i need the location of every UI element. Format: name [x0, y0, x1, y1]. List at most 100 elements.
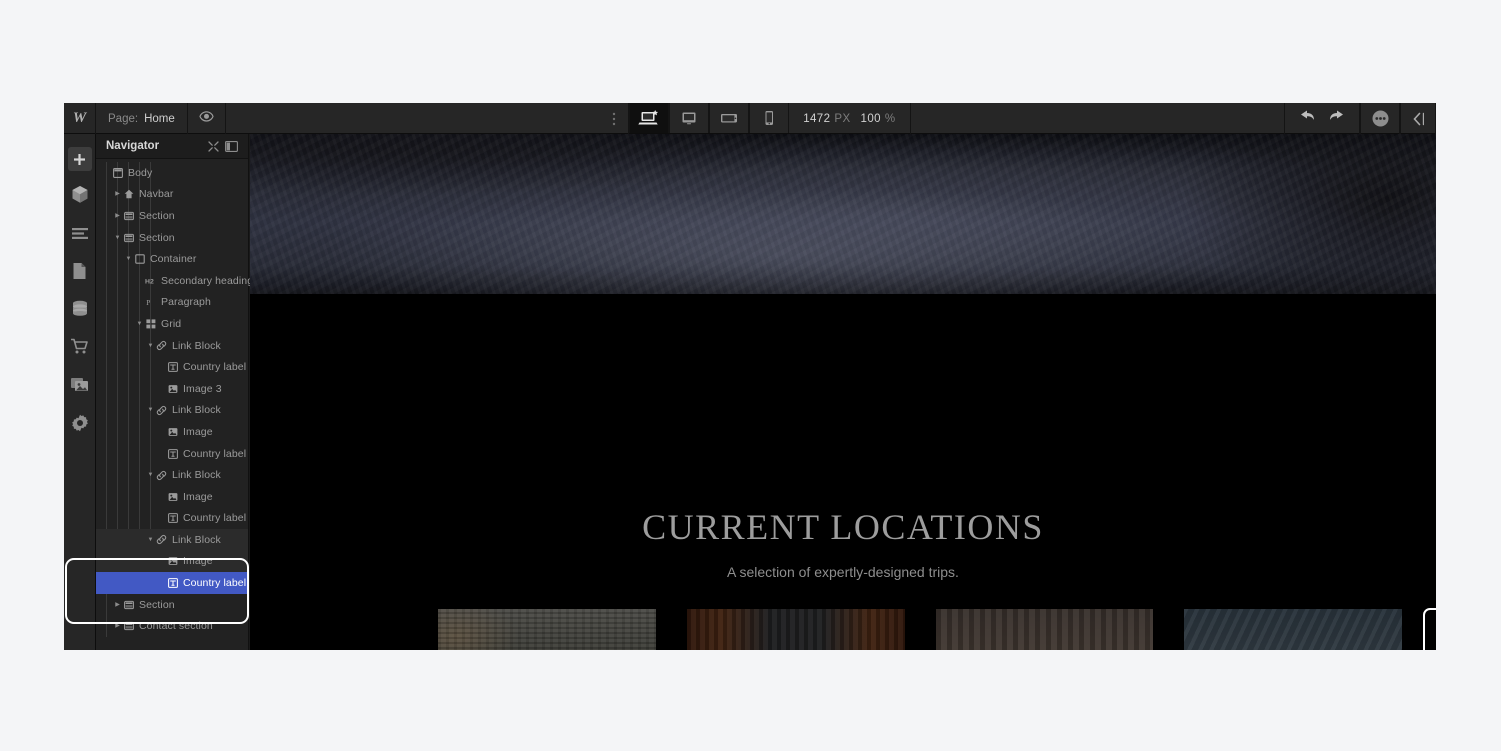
tree-item-image-3[interactable]: Image 3 — [96, 378, 248, 400]
tree-item-link-block[interactable]: ▼ Link Block — [96, 529, 248, 551]
tree-item-country-label[interactable]: Country label — [96, 508, 248, 530]
current-locations-section[interactable]: CURRENT LOCATIONS A selection of expertl… — [250, 294, 1436, 650]
tree-item-image[interactable]: Image — [96, 550, 248, 573]
tree-item-section[interactable]: ▶ Section — [96, 594, 248, 616]
collapse-panels-button[interactable] — [1400, 103, 1436, 134]
chevron-down-icon[interactable]: ▼ — [146, 537, 155, 543]
svg-text:H2: H2 — [145, 278, 154, 285]
tree-item-link-block[interactable]: ▼ Link Block — [96, 464, 248, 486]
vertical-dots-icon — [612, 112, 615, 125]
link-icon — [155, 405, 168, 416]
navigator-header: Navigator — [96, 134, 248, 159]
gear-icon — [71, 414, 89, 437]
chevron-down-icon[interactable]: ▼ — [146, 407, 155, 413]
location-card[interactable]: INDIA — [686, 609, 905, 650]
rail-item-style-manager[interactable] — [64, 216, 95, 254]
tree-item-label: Link Block — [172, 339, 221, 352]
toolbar-right-spacer — [911, 103, 1284, 134]
tree-item-country-label[interactable]: Country label — [96, 443, 248, 465]
p-icon: P — [144, 297, 157, 307]
link-icon — [155, 470, 168, 481]
chevron-right-icon[interactable]: ▶ — [113, 213, 122, 219]
rail-item-components[interactable] — [64, 178, 95, 216]
undo-button[interactable] — [1299, 109, 1316, 128]
tree-item-image[interactable]: Image — [96, 486, 248, 508]
location-card[interactable]: SOUTH KOREA — [438, 609, 656, 650]
chevron-right-icon[interactable]: ▶ — [113, 191, 122, 197]
canvas-options-button[interactable] — [599, 103, 630, 134]
image-icon — [166, 492, 179, 502]
tree-item-body[interactable]: Body — [96, 162, 248, 184]
rail-item-ecommerce[interactable] — [64, 330, 95, 368]
image-icon — [166, 384, 179, 394]
panel-toggle-icon[interactable] — [222, 140, 240, 152]
tree-item-paragraph[interactable]: P Paragraph — [96, 292, 248, 314]
image-icon — [166, 556, 179, 566]
tree-item-link-block[interactable]: ▼ Link Block — [96, 400, 248, 422]
undo-redo-group — [1284, 103, 1360, 134]
tree-item-contact-section[interactable]: ▶ Contact section — [96, 615, 248, 637]
tree-item-image[interactable]: Image — [96, 421, 248, 443]
preview-toggle[interactable] — [188, 103, 226, 134]
redo-arrow-icon — [1330, 110, 1343, 120]
chevron-right-icon[interactable]: ▶ — [113, 623, 122, 629]
breakpoint-desktop-base[interactable] — [629, 103, 670, 133]
tree-item-label: Contact section — [139, 620, 213, 633]
page-name: Home — [144, 112, 175, 125]
tree-item-label: Navbar — [139, 188, 174, 201]
card-overlay — [438, 609, 656, 650]
tree-item-secondary-heading[interactable]: H2 Secondary heading — [96, 270, 254, 292]
location-card[interactable]: ITALY — [1184, 609, 1402, 650]
tree-item-label: Paragraph — [161, 296, 211, 309]
lines-icon — [71, 226, 89, 245]
tree-item-label: Section — [139, 209, 175, 222]
tree-item-label: Image — [183, 490, 213, 503]
tree-item-label: Image — [183, 555, 213, 568]
tree-item-country-label[interactable]: Country label — [96, 572, 248, 594]
chevron-down-icon[interactable]: ▼ — [113, 235, 122, 241]
page-selector[interactable]: Page: Home — [96, 103, 188, 134]
svg-text:P: P — [146, 299, 150, 307]
breakpoint-mobile-portrait[interactable] — [749, 103, 790, 133]
chevron-down-icon[interactable]: ▼ — [124, 256, 133, 262]
tree-item-label: Country label — [183, 577, 247, 590]
design-canvas[interactable]: CURRENT LOCATIONS A selection of expertl… — [250, 134, 1436, 650]
canvas-width-value: 1472 — [803, 112, 831, 125]
tree-item-navbar[interactable]: ▶ Navbar — [96, 184, 248, 206]
breakpoint-tablet[interactable] — [669, 103, 710, 133]
tree-item-container[interactable]: ▼ Container — [96, 248, 248, 270]
collapse-all-icon[interactable] — [204, 140, 222, 152]
chevron-right-icon[interactable]: ▶ — [113, 602, 122, 608]
navigator-tree: Body ▶ Navbar ▶ Section ▼ Section ▼ Container H2 S… — [96, 159, 254, 638]
text-icon — [166, 578, 179, 589]
section-icon — [122, 621, 135, 631]
webflow-logo[interactable]: W — [64, 103, 96, 134]
breakpoint-mobile-landscape[interactable] — [709, 103, 750, 133]
tree-item-country-label[interactable]: Country label — [96, 356, 248, 378]
breakpoint-switcher — [629, 103, 790, 133]
more-options-button[interactable] — [1360, 103, 1400, 134]
image-icon — [166, 427, 179, 437]
card-overlay — [935, 609, 1154, 650]
chevron-down-icon[interactable]: ▼ — [135, 321, 144, 327]
redo-button[interactable] — [1328, 109, 1345, 128]
hero-image[interactable] — [250, 134, 1436, 294]
chevron-down-icon[interactable]: ▼ — [146, 472, 155, 478]
tree-item-section[interactable]: ▶ Section — [96, 205, 248, 227]
tree-item-grid[interactable]: ▼ Grid — [96, 313, 248, 335]
tree-item-section[interactable]: ▼ Section — [96, 227, 248, 249]
rail-item-settings[interactable] — [64, 406, 95, 444]
canvas-size-readout[interactable]: 1472 PX 100 % — [789, 103, 911, 134]
tree-item-label: Section — [139, 598, 175, 611]
text-icon — [166, 448, 179, 459]
rail-item-pages[interactable] — [64, 254, 95, 292]
location-card[interactable]: ITALY — [935, 609, 1154, 650]
tree-item-link-block[interactable]: ▼ Link Block — [96, 335, 248, 357]
chevron-down-icon[interactable]: ▼ — [146, 343, 155, 349]
card-overlay — [686, 609, 905, 650]
rail-item-assets[interactable] — [64, 368, 95, 406]
rail-item-cms[interactable] — [64, 292, 95, 330]
rail-item-add-elements[interactable] — [64, 140, 95, 178]
tree-item-label: Country label — [183, 447, 247, 460]
plus-icon — [67, 147, 92, 171]
